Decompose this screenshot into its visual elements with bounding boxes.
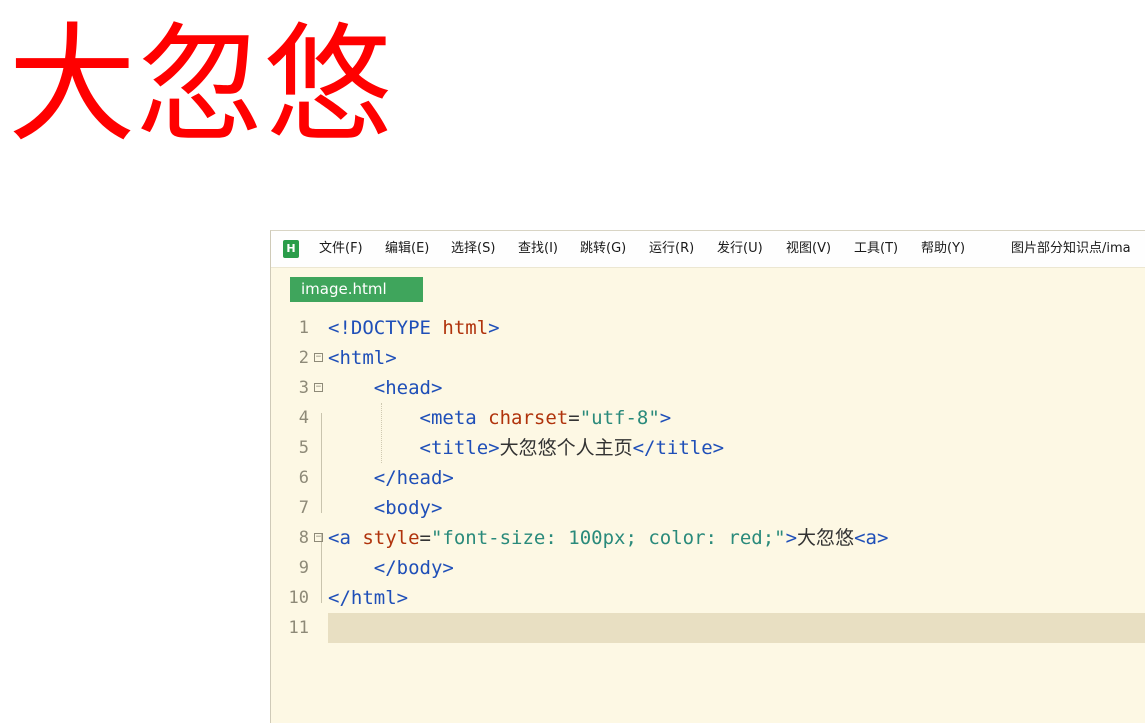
code-token: style (362, 527, 420, 549)
menu-select[interactable]: 选择(S) (451, 231, 495, 267)
hbuilder-editor-window: H 文件(F) 编辑(E) 选择(S) 查找(I) 跳转(G) 运行(R) 发行… (270, 230, 1145, 723)
code-token: html (442, 317, 489, 339)
code-text: <a style="font-size: 100px; color: red;"… (328, 523, 888, 553)
code-text: <html> (328, 343, 397, 373)
code-token: <html> (328, 347, 397, 369)
line-number: 5 (298, 438, 309, 458)
menu-find[interactable]: 查找(I) (518, 231, 558, 267)
code-token: <body> (373, 497, 443, 519)
line-number: 4 (298, 408, 309, 428)
menu-publish[interactable]: 发行(U) (717, 231, 763, 267)
code-line[interactable]: 10 </html> (271, 583, 1145, 613)
code-line[interactable]: 9 </body> (271, 553, 1145, 583)
code-token: <head> (373, 377, 443, 399)
window-file-path: 图片部分知识点/ima (1011, 241, 1131, 256)
line-number: 2 (298, 348, 309, 368)
code-text: <!DOCTYPE html> (328, 313, 500, 343)
line-number: 1 (298, 318, 309, 338)
line-number: 11 (288, 618, 309, 638)
menu-run[interactable]: 运行(R) (649, 231, 694, 267)
code-line[interactable]: 8− <a style="font-size: 100px; color: red… (271, 523, 1145, 553)
code-line[interactable]: 5 <title>大忽悠个人主页</title> (271, 433, 1145, 463)
menu-help[interactable]: 帮助(Y) (921, 231, 965, 267)
code-token: <a> (854, 527, 889, 549)
code-text: <meta charset="utf-8"> (328, 403, 672, 433)
code-line[interactable]: 1 <!DOCTYPE html> (271, 313, 1145, 343)
rendered-page-text: 大忽悠 (8, 11, 393, 160)
menu-bar: H 文件(F) 编辑(E) 选择(S) 查找(I) 跳转(G) 运行(R) 发行… (271, 231, 1145, 268)
code-token: 大忽悠个人主页 (499, 437, 633, 459)
code-line[interactable]: 6 </head> (271, 463, 1145, 493)
code-text: </head> (328, 463, 454, 493)
code-token: = (568, 407, 580, 429)
code-token: = (419, 527, 431, 549)
code-token: </html> (328, 587, 409, 609)
code-token: > (488, 317, 500, 339)
code-token: > (659, 407, 672, 429)
fold-toggle-icon[interactable]: − (314, 533, 323, 542)
code-text: </html> (328, 583, 408, 613)
code-line[interactable]: 2− <html> (271, 343, 1145, 373)
code-text: <head> (328, 373, 443, 403)
code-text: <title>大忽悠个人主页</title> (328, 433, 725, 463)
fold-toggle-icon[interactable]: − (314, 353, 323, 362)
code-token: </body> (373, 557, 454, 579)
menu-goto[interactable]: 跳转(G) (580, 231, 626, 267)
code-token: </title> (632, 437, 725, 459)
menu-file[interactable]: 文件(F) (319, 231, 363, 267)
code-line[interactable]: 11 (271, 613, 1145, 643)
line-number: 3 (298, 378, 309, 398)
code-token: charset (488, 407, 569, 429)
line-number: 9 (298, 558, 309, 578)
menu-edit[interactable]: 编辑(E) (385, 231, 429, 267)
code-token: "font-size: 100px; color: red;" (430, 527, 786, 549)
code-line[interactable]: 3− <head> (271, 373, 1145, 403)
menu-view[interactable]: 视图(V) (786, 231, 831, 267)
code-editor[interactable]: 1 <!DOCTYPE html> 2− <html> 3− <head> 4 <meta… (271, 313, 1145, 723)
code-token: <meta (419, 407, 489, 429)
code-line[interactable]: 7 <body> (271, 493, 1145, 523)
line-number: 10 (288, 588, 309, 608)
code-token: <title> (419, 437, 500, 459)
line-number: 6 (298, 468, 309, 488)
hbuilder-logo-icon[interactable]: H (283, 240, 299, 258)
fold-toggle-icon[interactable]: − (314, 383, 323, 392)
code-text: <body> (328, 493, 443, 523)
code-token: "utf-8" (579, 407, 660, 429)
tab-image-html[interactable]: image.html (290, 277, 423, 302)
code-line[interactable]: 4 <meta charset="utf-8"> (271, 403, 1145, 433)
line-number: 7 (298, 498, 309, 518)
code-token: 大忽悠 (797, 527, 855, 549)
menu-tools[interactable]: 工具(T) (854, 231, 898, 267)
code-token: <!DOCTYPE (328, 317, 443, 339)
code-token: <a (328, 527, 363, 549)
code-token: > (785, 527, 798, 549)
code-token: </head> (373, 467, 454, 489)
code-text: </body> (328, 553, 454, 583)
line-number: 8 (298, 528, 309, 548)
